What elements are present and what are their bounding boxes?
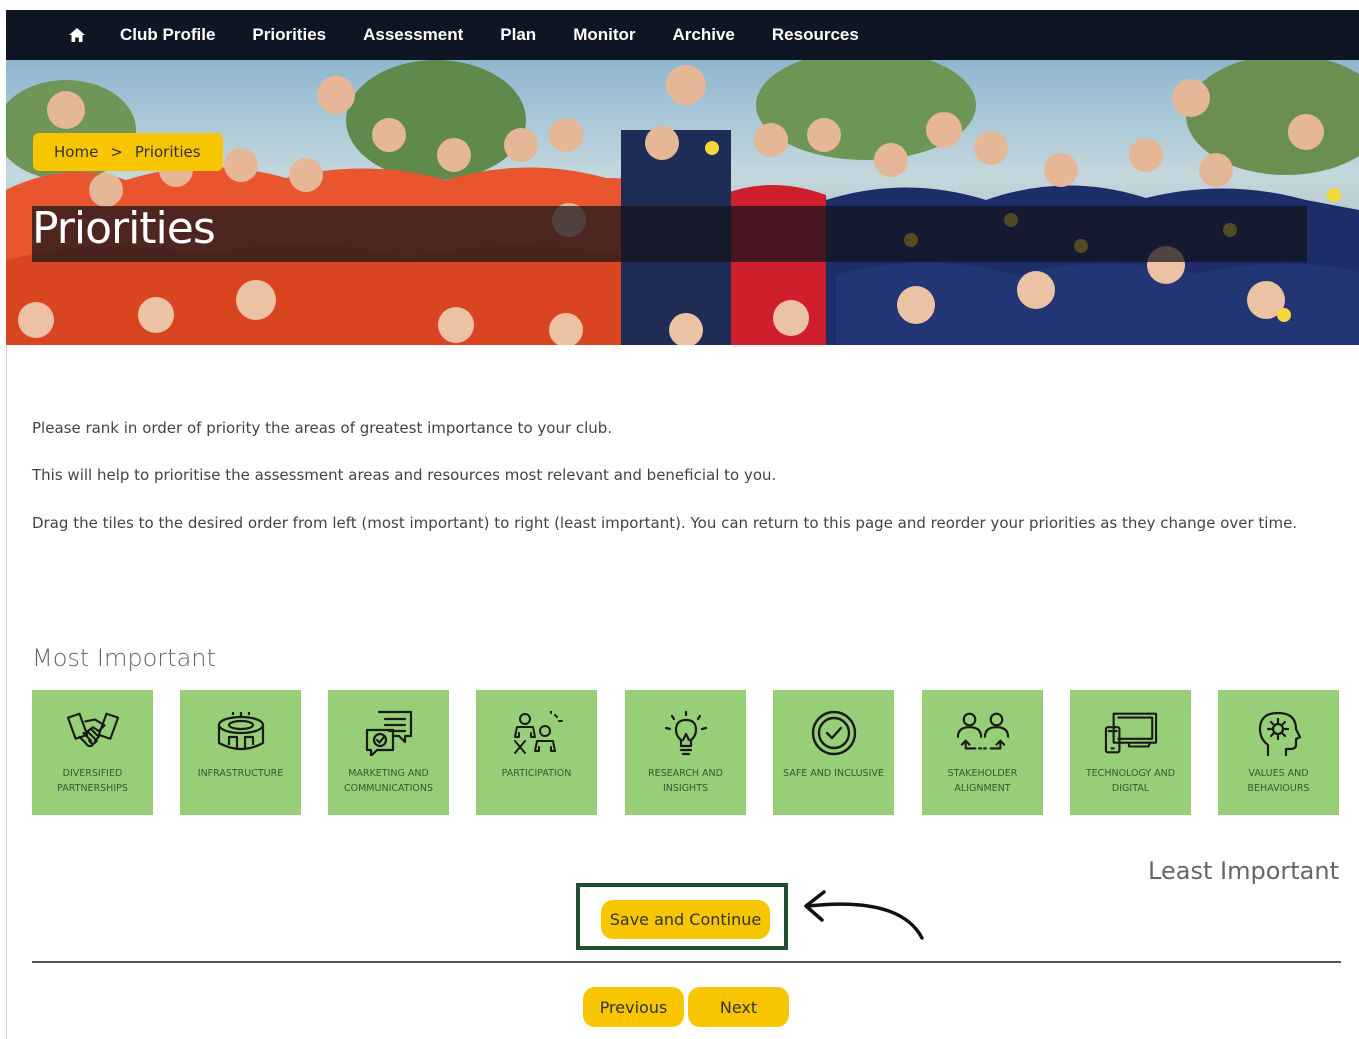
tile-label: RESEARCH AND INSIGHTS (648, 768, 723, 794)
tile-label: TECHNOLOGY AND DIGITAL (1085, 768, 1176, 794)
chat-check-icon (362, 706, 416, 760)
check-circle-icon (807, 706, 861, 760)
breadcrumb-home-link[interactable]: Home (54, 143, 98, 161)
tile-values-and-behaviours[interactable]: VALUES AND BEHAVIOURS (1218, 690, 1339, 815)
tile-infrastructure[interactable]: INFRASTRUCTURE (180, 690, 301, 815)
nav-priorities[interactable]: Priorities (252, 25, 326, 45)
tile-safe-and-inclusive[interactable]: SAFE AND INCLUSIVE (773, 690, 894, 815)
least-important-label: Least Important (1148, 857, 1339, 885)
tile-label: STAKEHOLDER ALIGNMENT (947, 768, 1018, 794)
next-button[interactable]: Next (688, 987, 789, 1027)
nav-assessment[interactable]: Assessment (363, 25, 463, 45)
nav-archive[interactable]: Archive (673, 25, 735, 45)
save-and-continue-button[interactable]: Save and Continue (601, 900, 770, 939)
previous-button[interactable]: Previous (583, 987, 684, 1027)
nav-monitor[interactable]: Monitor (573, 25, 635, 45)
lightbulb-icon (659, 706, 713, 760)
tile-label: PARTICIPATION (501, 768, 572, 779)
most-important-label: Most Important (32, 644, 216, 672)
people-group-icon (510, 706, 564, 760)
tile-technology-and-digital[interactable]: TECHNOLOGY AND DIGITAL (1070, 690, 1191, 815)
tile-label: MARKETING AND COMMUNICATIONS (344, 768, 433, 794)
nav-resources[interactable]: Resources (772, 25, 859, 45)
devices-icon (1104, 706, 1158, 760)
stadium-icon (214, 706, 268, 760)
tile-label: INFRASTRUCTURE (197, 768, 284, 779)
tile-label: DIVERSIFIED PARTNERSHIPS (57, 768, 128, 794)
home-icon[interactable] (68, 26, 86, 44)
title-overlay (32, 206, 1307, 262)
intro-line-3: Drag the tiles to the desired order from… (32, 514, 1298, 532)
nav-plan[interactable]: Plan (500, 25, 536, 45)
head-gear-icon (1252, 706, 1306, 760)
tile-diversified-partnerships[interactable]: DIVERSIFIED PARTNERSHIPS (32, 690, 153, 815)
priority-tiles: DIVERSIFIED PARTNERSHIPS INFRASTRUCTURE … (32, 690, 1342, 815)
divider (32, 961, 1341, 963)
page-title: Priorities (32, 203, 216, 254)
pointer-arrow-icon (804, 890, 924, 940)
top-navigation: Club Profile Priorities Assessment Plan … (6, 10, 1359, 60)
breadcrumb-current: Priorities (134, 143, 201, 161)
intro-line-2: This will help to prioritise the assessm… (32, 466, 777, 484)
tile-label: VALUES AND BEHAVIOURS (1247, 768, 1310, 794)
people-exchange-icon (956, 706, 1010, 760)
breadcrumb: Home > Priorities (33, 133, 223, 171)
tile-marketing-and-communications[interactable]: MARKETING AND COMMUNICATIONS (328, 690, 449, 815)
tile-stakeholder-alignment[interactable]: STAKEHOLDER ALIGNMENT (922, 690, 1043, 815)
hero-banner: Home > Priorities Priorities (6, 60, 1359, 345)
tile-research-and-insights[interactable]: RESEARCH AND INSIGHTS (625, 690, 746, 815)
handshake-icon (66, 706, 120, 760)
tile-participation[interactable]: PARTICIPATION (476, 690, 597, 815)
breadcrumb-separator: > (110, 143, 123, 161)
intro-line-1: Please rank in order of priority the are… (32, 419, 613, 437)
tile-label: SAFE AND INCLUSIVE (783, 768, 884, 779)
nav-club-profile[interactable]: Club Profile (120, 25, 215, 45)
